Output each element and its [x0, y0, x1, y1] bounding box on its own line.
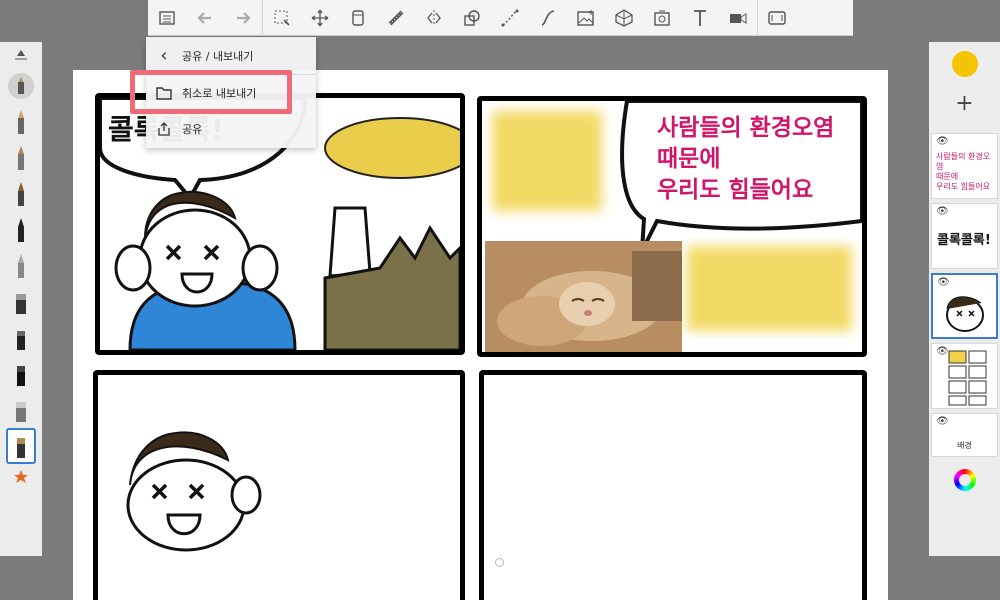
perspective-icon[interactable] — [605, 0, 643, 36]
brush-size-dot-icon[interactable] — [6, 68, 36, 104]
move-icon[interactable] — [301, 0, 339, 36]
ruler-icon[interactable] — [377, 0, 415, 36]
visibility-eye-icon[interactable]: 👁 — [936, 136, 949, 147]
layer-thumbnail — [946, 296, 984, 332]
ink-pen-brush-icon[interactable] — [6, 140, 36, 176]
timer-icon[interactable] — [643, 0, 681, 36]
layer-sound-text[interactable]: 👁 콜록콜록! — [931, 203, 998, 269]
fine-pen-brush-icon[interactable] — [6, 176, 36, 212]
favorite-star-icon[interactable] — [6, 464, 36, 490]
layer-icon[interactable] — [339, 0, 377, 36]
panel-2-speech-line-3: 우리도 힘들어요 — [657, 177, 814, 203]
fullscreen-icon[interactable] — [758, 0, 796, 36]
color-swatch[interactable] — [951, 51, 978, 77]
video-icon[interactable] — [719, 0, 757, 36]
layers-panel: + 👁 사람들의 환경오염 때문에 우리도 힘들어요 👁 콜록콜록! 👁 👁 👁… — [929, 42, 1000, 556]
visibility-eye-icon[interactable]: 👁 — [936, 206, 949, 217]
image-icon[interactable] — [567, 0, 605, 36]
top-toolbar — [148, 0, 853, 36]
layer-panel-grid[interactable]: 👁 — [931, 343, 998, 409]
selected-brush-icon[interactable] — [6, 428, 36, 464]
visibility-eye-icon[interactable]: 👁 — [936, 346, 949, 357]
share-menu-label: 공유 — [182, 123, 203, 136]
share-icon — [146, 122, 182, 136]
layer-text-line: 콜록콜록! — [937, 233, 991, 248]
brush-size-slider-icon[interactable] — [6, 42, 36, 68]
visibility-eye-icon[interactable]: 👁 — [936, 416, 949, 427]
stroke-icon[interactable] — [529, 0, 567, 36]
list-icon[interactable] — [148, 0, 186, 36]
layer-text-line: 사람들의 환경오염 — [936, 152, 991, 171]
flat-brush-icon[interactable] — [6, 320, 36, 356]
shape-icon[interactable] — [453, 0, 491, 36]
panel-2-speech-line-2: 때문에 — [657, 146, 721, 172]
airbrush-icon[interactable] — [6, 248, 36, 284]
popup-title: 공유 / 내보내기 — [182, 49, 254, 63]
undo-icon[interactable] — [186, 0, 224, 36]
comic-panel-4[interactable] — [479, 370, 867, 600]
symmetry-icon[interactable] — [415, 0, 453, 36]
comic-panel-2[interactable]: 사람들의 환경오염 때문에 우리도 힘들어요 — [477, 96, 867, 357]
layer-thumbnail — [948, 350, 987, 406]
pencil-brush-icon[interactable] — [6, 104, 36, 140]
share-menu-item[interactable]: 공유 — [146, 111, 316, 147]
paint-brush-icon[interactable] — [6, 284, 36, 320]
panel-3-drawing — [126, 431, 262, 552]
select-icon[interactable] — [263, 0, 301, 36]
layer-text-line: 때문에 — [936, 172, 959, 181]
layer-drawing[interactable]: 👁 — [931, 273, 998, 339]
cursor-indicator — [495, 558, 504, 567]
panel-2-speech-line-1: 사람들의 환경오염 — [657, 115, 835, 141]
brush-palette — [0, 42, 42, 556]
comic-panel-3[interactable] — [93, 370, 465, 600]
wide-brush-icon[interactable] — [6, 356, 36, 392]
eraser-brush-icon[interactable] — [6, 392, 36, 428]
curve-icon[interactable] — [491, 0, 529, 36]
marker-brush-icon[interactable] — [6, 212, 36, 248]
drawing-canvas[interactable]: 콜록콜록! 사람들의 환경오염 때문에 우리도 힘들어요 — [73, 70, 888, 600]
add-layer-icon[interactable]: + — [955, 91, 973, 121]
layer-text-line: 우리도 힘들어요 — [936, 182, 991, 191]
redo-icon[interactable] — [224, 0, 262, 36]
background-layer-label: 배경 — [957, 441, 972, 450]
highlight-box — [130, 70, 292, 114]
color-wheel-icon[interactable] — [953, 469, 976, 491]
text-icon[interactable] — [681, 0, 719, 36]
back-chevron-icon[interactable]: ‹ — [146, 45, 182, 66]
layer-background[interactable]: 👁 배경 — [931, 413, 998, 457]
layer-speech-text[interactable]: 👁 사람들의 환경오염 때문에 우리도 힘들어요 — [931, 133, 998, 199]
